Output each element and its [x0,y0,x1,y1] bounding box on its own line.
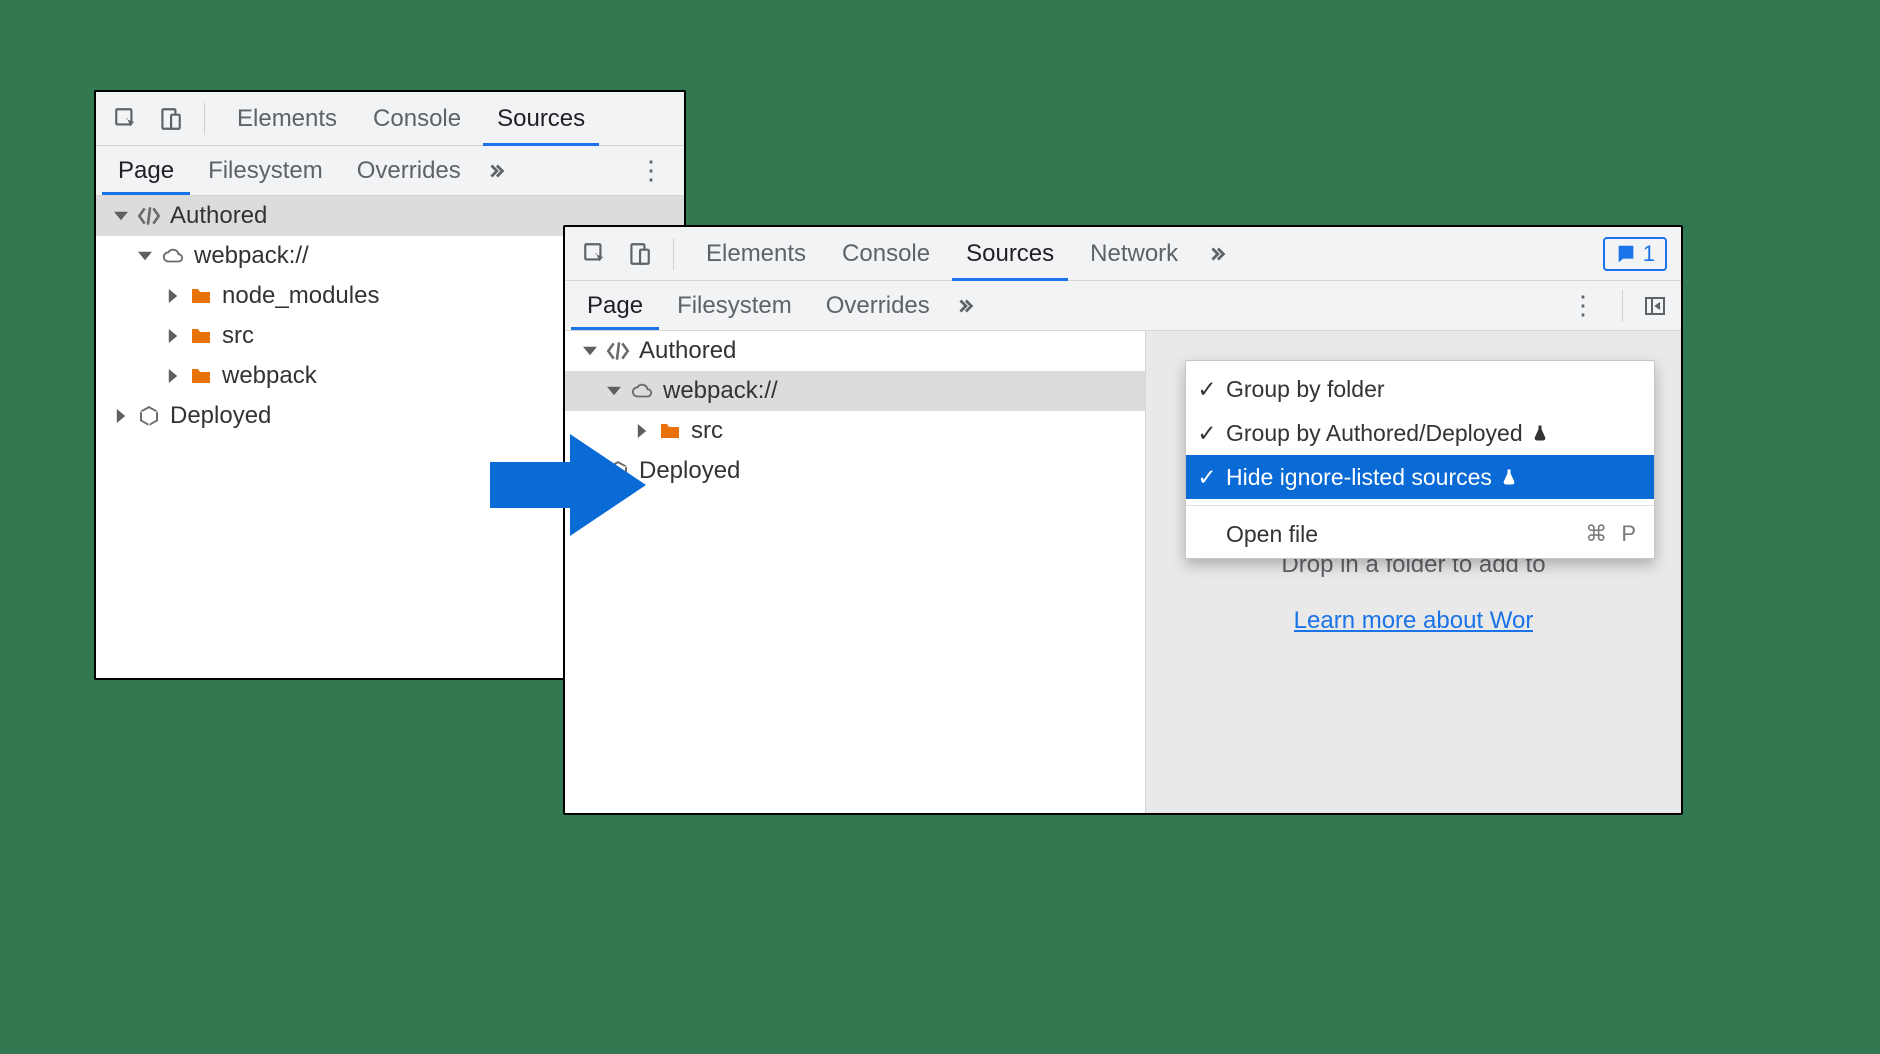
chevron-down-icon [138,249,152,263]
chevron-right-icon [166,369,180,383]
menu-hide-ignore-listed[interactable]: ✓ Hide ignore-listed sources [1186,455,1654,499]
tree-label: src [691,417,723,445]
chevron-right-icon [166,329,180,343]
tree-label: Deployed [639,457,740,485]
chevron-down-icon [607,384,621,398]
menu-separator [1186,505,1654,506]
inspect-icon[interactable] [106,99,146,139]
device-toggle-icon[interactable] [619,234,659,274]
flask-icon [1500,468,1518,486]
folder-icon [188,323,214,349]
file-tree: Authored webpack:// src Deployed [565,331,1145,813]
kebab-menu-icon[interactable]: ⋮ [624,155,678,186]
folder-icon [657,418,683,444]
tab-sources[interactable]: Sources [479,92,603,145]
tree-webpack[interactable]: webpack:// [565,371,1145,411]
more-tabs-icon[interactable] [479,151,513,191]
chevron-down-icon [583,344,597,358]
tree-label: Authored [170,202,267,230]
menu-label: Open file [1226,521,1318,548]
menu-group-by-folder[interactable]: ✓ Group by folder [1186,367,1654,411]
check-icon: ✓ [1196,420,1218,447]
more-tabs-icon[interactable] [948,286,982,326]
subtab-filesystem[interactable]: Filesystem [661,281,808,330]
tree-label: src [222,322,254,350]
device-toggle-icon[interactable] [150,99,190,139]
menu-group-by-authored[interactable]: ✓ Group by Authored/Deployed [1186,411,1654,455]
issues-badge[interactable]: 1 [1603,237,1667,271]
arrow-icon [490,430,650,540]
separator [1622,290,1623,322]
collapse-pane-icon[interactable] [1635,286,1675,326]
separator [673,238,674,270]
cloud-icon [629,378,655,404]
check-icon: ✓ [1196,464,1218,491]
subtab-overrides[interactable]: Overrides [341,146,477,195]
subtab-page[interactable]: Page [571,281,659,330]
tree-label: webpack:// [663,377,778,405]
separator [204,103,205,135]
tree-deployed[interactable]: Deployed [565,451,1145,491]
tab-elements[interactable]: Elements [219,92,355,145]
tab-sources[interactable]: Sources [948,227,1072,280]
menu-shortcut: ⌘ P [1585,521,1640,547]
tree-label: Authored [639,337,736,365]
cube-icon [136,403,162,429]
badge-count: 1 [1643,241,1655,267]
tab-elements[interactable]: Elements [688,227,824,280]
tree-authored[interactable]: Authored [565,331,1145,371]
sources-subtabs: Page Filesystem Overrides ⋮ [565,281,1681,331]
inspect-icon[interactable] [575,234,615,274]
tree-label: Deployed [170,402,271,430]
toolbar: Elements Console Sources [96,92,684,146]
tab-console[interactable]: Console [824,227,948,280]
cloud-icon [160,243,186,269]
subtab-filesystem[interactable]: Filesystem [192,146,339,195]
learn-more-link[interactable]: Learn more about Wor [1294,607,1534,635]
menu-open-file[interactable]: Open file ⌘ P [1186,512,1654,556]
tree-label: webpack [222,362,317,390]
tree-src[interactable]: src [565,411,1145,451]
subtab-overrides[interactable]: Overrides [810,281,946,330]
menu-label: Group by folder [1226,376,1385,403]
chevron-down-icon [114,209,128,223]
toolbar: Elements Console Sources Network 1 [565,227,1681,281]
kebab-menu-icon[interactable]: ⋮ [1556,290,1610,321]
brackets-icon [136,203,162,229]
flask-icon [1531,424,1549,442]
check-icon: ✓ [1196,376,1218,403]
tab-console[interactable]: Console [355,92,479,145]
chevron-right-icon [166,289,180,303]
tab-network[interactable]: Network [1072,227,1196,280]
folder-icon [188,363,214,389]
menu-label: Group by Authored/Deployed [1226,420,1523,447]
chevron-right-icon [114,409,128,423]
subtab-page[interactable]: Page [102,146,190,195]
tree-label: node_modules [222,282,379,310]
menu-label: Hide ignore-listed sources [1226,464,1492,491]
options-dropdown: ✓ Group by folder ✓ Group by Authored/De… [1185,360,1655,559]
tree-label: webpack:// [194,242,309,270]
folder-icon [188,283,214,309]
main-tabs: Elements Console Sources Network [688,227,1196,280]
sources-subtabs: Page Filesystem Overrides ⋮ [96,146,684,196]
main-tabs: Elements Console Sources [219,92,603,145]
more-tabs-icon[interactable] [1200,234,1234,274]
brackets-icon [605,338,631,364]
